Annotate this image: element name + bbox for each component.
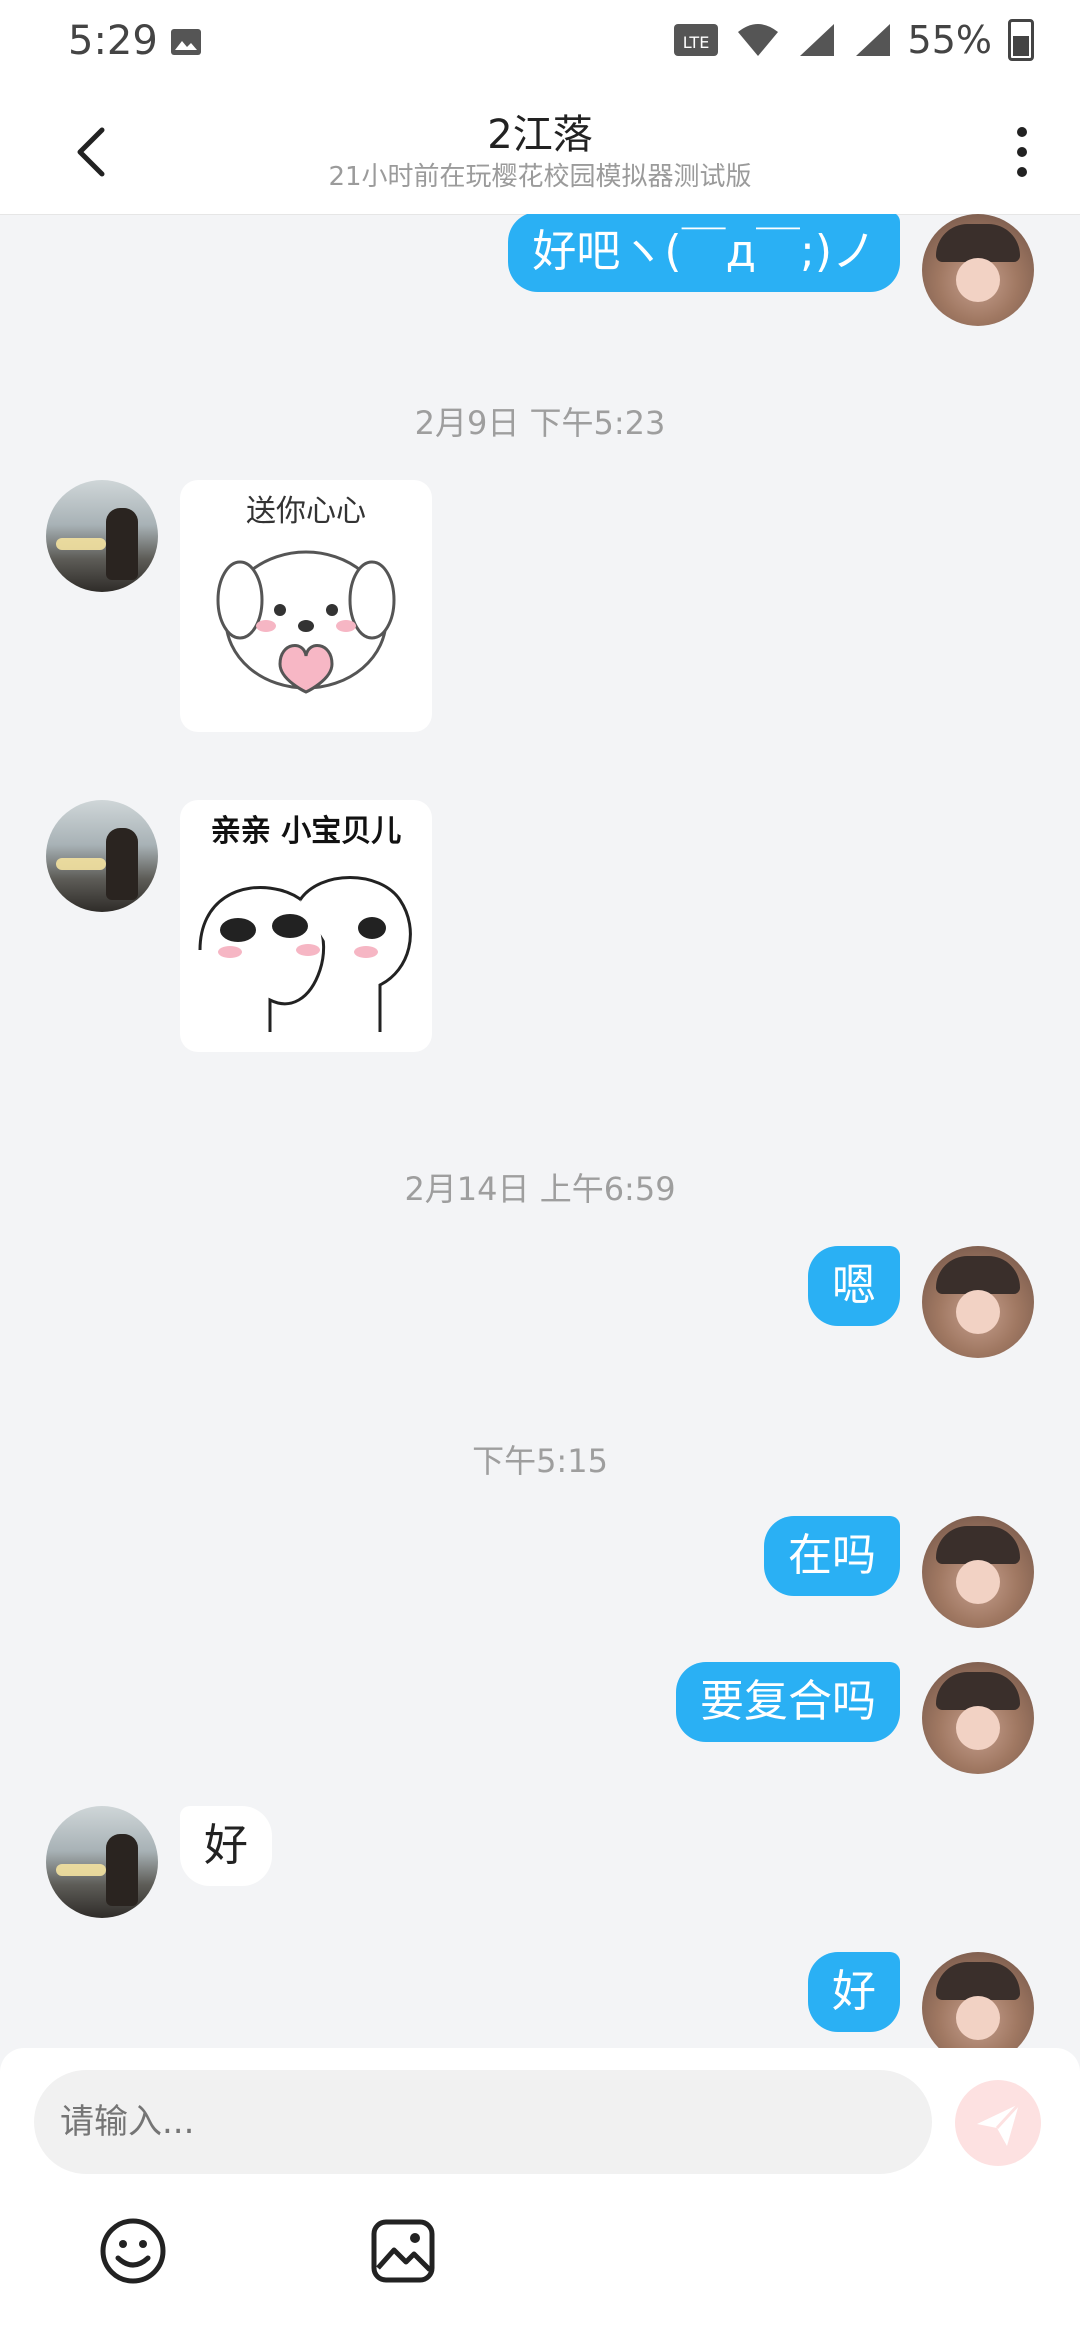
timestamp: 下午5:15 <box>472 1442 608 1480</box>
more-options-icon[interactable] <box>1002 122 1042 182</box>
my-avatar[interactable] <box>922 1662 1034 1774</box>
wifi-icon <box>737 24 778 56</box>
status-bar: 5:29 LTE 55% <box>0 0 1080 88</box>
battery-icon <box>1008 19 1034 61</box>
puppy-heart-sticker-icon <box>216 550 396 694</box>
chat-subtitle: 21小时前在玩樱花校园模拟器测试版 <box>328 162 752 192</box>
message-text: 好 <box>204 1820 248 1871</box>
message-text: 嗯 <box>832 1260 876 1311</box>
send-paper-plane-icon <box>977 2102 1021 2146</box>
message-bubble-out[interactable]: 好 <box>808 1952 900 2032</box>
svg-text:LTE: LTE <box>682 33 709 52</box>
message-bubble-in[interactable]: 好 <box>180 1806 272 1886</box>
contact-avatar[interactable] <box>46 480 158 592</box>
kiss-faces-sticker-icon <box>198 876 412 1032</box>
volte-icon: LTE <box>673 24 718 56</box>
gallery-notification-icon <box>171 29 201 55</box>
my-avatar[interactable] <box>922 214 1034 326</box>
emoji-icon[interactable] <box>98 2216 168 2286</box>
status-time: 5:29 <box>68 18 158 64</box>
status-right: LTE 55% <box>672 18 1034 62</box>
message-text: 要复合吗 <box>700 1676 876 1727</box>
sticker-message[interactable]: 亲亲 小宝贝儿 <box>180 800 432 1052</box>
signal-4g-icon <box>799 24 834 56</box>
my-avatar[interactable] <box>922 1516 1034 1628</box>
signal-g-icon <box>855 24 890 56</box>
contact-avatar[interactable] <box>46 1806 158 1918</box>
sticker-message[interactable]: 送你心心 <box>180 480 432 732</box>
battery-percent: 55% <box>907 18 992 62</box>
timestamp: 2月9日 下午5:23 <box>414 404 666 442</box>
my-avatar[interactable] <box>922 1246 1034 1358</box>
message-bubble-out[interactable]: 嗯 <box>808 1246 900 1326</box>
contact-avatar[interactable] <box>46 800 158 912</box>
message-text: 好 <box>832 1966 876 2017</box>
send-button[interactable] <box>955 2080 1041 2166</box>
message-text: 在吗 <box>788 1530 876 1581</box>
image-picker-icon[interactable] <box>368 2216 438 2286</box>
message-bubble-out[interactable]: 好吧ヽ(￣д￣;)ノ <box>508 214 900 292</box>
chat-title: 2江落 <box>487 112 593 158</box>
composer-bar <box>0 2048 1080 2340</box>
chat-header: 2江落 21小时前在玩樱花校园模拟器测试版 <box>0 88 1080 215</box>
my-avatar[interactable] <box>922 1952 1034 2048</box>
message-text: 好吧ヽ(￣д￣;)ノ <box>532 226 876 277</box>
message-bubble-out[interactable]: 在吗 <box>764 1516 900 1596</box>
message-input[interactable] <box>34 2070 932 2174</box>
timestamp: 2月14日 上午6:59 <box>404 1170 676 1208</box>
message-bubble-out[interactable]: 要复合吗 <box>676 1662 900 1742</box>
chat-area[interactable]: 好吧ヽ(￣д￣;)ノ 2月9日 下午5:23 送你心心 亲亲 小宝贝儿 2月14… <box>0 214 1080 2048</box>
